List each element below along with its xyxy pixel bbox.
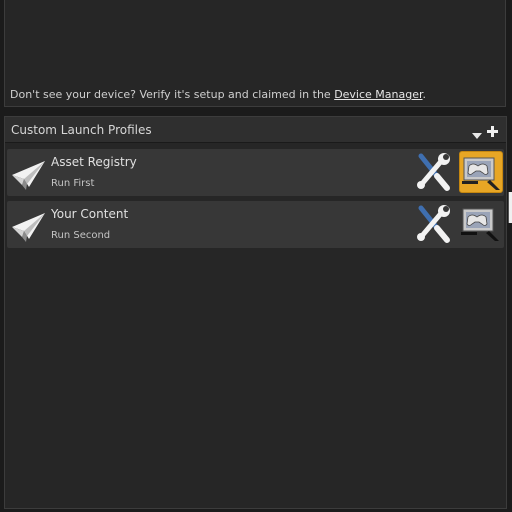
tooltip-edge xyxy=(508,192,512,223)
profiles-header: Custom Launch Profiles xyxy=(5,117,506,143)
profile-subtitle: Run First xyxy=(51,178,95,189)
gamepad-monitor-icon xyxy=(462,157,500,190)
profile-subtitle: Run Second xyxy=(51,230,111,241)
paper-plane-icon xyxy=(9,209,47,243)
launcher-window: Don't see your device? Verify it's setup… xyxy=(0,0,512,512)
profile-name: Asset Registry xyxy=(51,155,137,169)
launch-profile-button[interactable] xyxy=(459,203,503,245)
gamepad-monitor-icon xyxy=(461,208,499,241)
profile-name: Your Content xyxy=(51,207,129,221)
profile-row-asset-registry[interactable]: Asset Registry Run First xyxy=(7,149,504,196)
custom-launch-profiles-panel: Custom Launch Profiles Asset Registry Ru… xyxy=(4,116,507,509)
device-help-text: Don't see your device? Verify it's setup… xyxy=(10,88,426,101)
plus-icon[interactable] xyxy=(486,123,499,137)
profiles-title: Custom Launch Profiles xyxy=(11,123,152,137)
edit-profile-button[interactable] xyxy=(411,203,455,245)
chevron-down-icon[interactable] xyxy=(471,126,483,139)
device-list-panel: Don't see your device? Verify it's setup… xyxy=(4,0,506,107)
device-help-period: . xyxy=(422,88,427,101)
device-manager-link[interactable]: Device Manager xyxy=(334,88,422,101)
wrench-screwdriver-icon xyxy=(417,153,450,191)
device-help-message: Don't see your device? Verify it's setup… xyxy=(10,88,331,101)
edit-profile-button[interactable] xyxy=(411,151,455,193)
launch-profile-button[interactable] xyxy=(459,151,503,193)
profile-row-your-content[interactable]: Your Content Run Second xyxy=(7,201,504,248)
wrench-screwdriver-icon xyxy=(417,205,450,243)
paper-plane-icon xyxy=(9,157,47,191)
